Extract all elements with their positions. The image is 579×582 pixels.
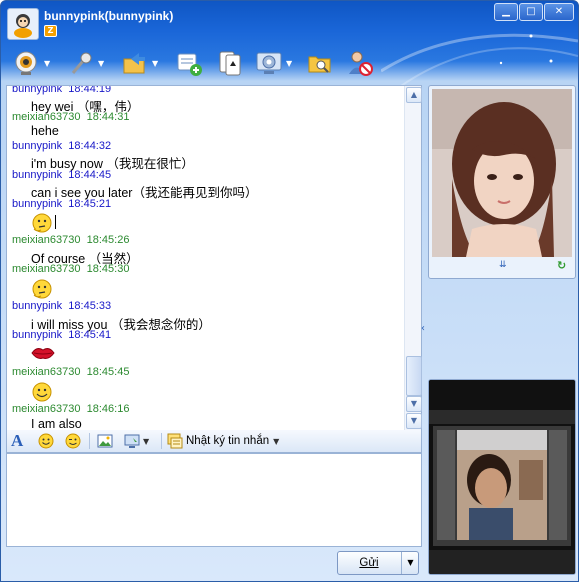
add-contact-icon xyxy=(177,53,202,76)
maximize-button[interactable]: □ xyxy=(519,3,543,21)
send-options-dropdown[interactable]: ▼ xyxy=(401,552,419,574)
message-header: meixian63730 18:45:26 xyxy=(12,234,130,246)
send-file-icon xyxy=(123,53,145,74)
contact-photo-image xyxy=(432,89,572,257)
custom-emoticon-button[interactable] xyxy=(65,433,81,449)
format-toolbar: A ▼ Nhật ký tin nhắn ▼ xyxy=(6,430,422,453)
block-user-icon xyxy=(349,51,373,76)
webcam-icon xyxy=(15,51,37,75)
chevron-down-icon[interactable]: ▼ xyxy=(273,437,279,446)
kiss-lips-emoticon-icon xyxy=(31,348,55,359)
block-user-button[interactable] xyxy=(346,47,374,79)
wink-icon xyxy=(65,433,81,449)
screen-capture-icon xyxy=(124,434,140,448)
scroll-bottom-button[interactable]: ▼ xyxy=(406,413,422,429)
message-header: meixian63730 18:44:31 xyxy=(12,111,130,123)
webcam-button[interactable]: ▼ xyxy=(13,47,50,79)
open-folder-icon xyxy=(308,56,331,73)
message-header: bunnypink 18:45:21 xyxy=(12,198,112,210)
smile-icon xyxy=(38,433,54,449)
chat-scrollbar[interactable]: ▲ ▼ ▼ xyxy=(404,86,422,430)
close-button[interactable]: ✕ xyxy=(544,3,574,21)
microphone-icon xyxy=(71,52,92,74)
divider xyxy=(89,433,90,449)
chevron-down-icon[interactable]: ▼ xyxy=(44,59,50,68)
window-title: bunnypink(bunnypink) xyxy=(44,9,174,23)
games-button[interactable] xyxy=(216,47,244,79)
settings-icon xyxy=(256,52,282,74)
text-cursor xyxy=(55,215,56,229)
status-badge: Z xyxy=(44,25,57,37)
chat-window: bunnypink(bunnypink) Z ▁ □ ✕ ▼ ▼ ▼ ▼ bun… xyxy=(0,0,579,582)
chevron-down-icon[interactable]: ▼ xyxy=(143,437,149,446)
refresh-icon[interactable]: ↻ xyxy=(557,259,566,272)
my-webcam-preview[interactable] xyxy=(428,379,576,575)
message-header: bunnypink 18:44:32 xyxy=(12,140,112,152)
message-header: bunnypink 18:44:45 xyxy=(12,169,112,181)
emoticon-button[interactable] xyxy=(38,433,54,449)
message-list: bunnypink 18:44:19 hey wei （嘿，伟） meixian… xyxy=(7,86,403,430)
message-header: bunnypink 18:44:19 xyxy=(12,86,112,95)
contact-video-panel: ⇊ ↻ xyxy=(428,85,576,279)
toolbar: ▼ ▼ ▼ ▼ xyxy=(1,47,421,83)
font-icon: A xyxy=(11,431,24,450)
chevron-down-icon[interactable]: ▼ xyxy=(152,59,158,68)
chat-history[interactable]: bunnypink 18:44:19 hey wei （嘿，伟） meixian… xyxy=(6,85,422,431)
font-button[interactable]: A xyxy=(11,431,24,450)
thinking-emoticon-icon xyxy=(32,279,52,299)
message-text: I am also xyxy=(31,417,82,430)
message-input[interactable] xyxy=(6,453,422,547)
smile-emoticon-icon xyxy=(32,382,52,402)
scroll-down-button[interactable]: ▼ xyxy=(406,396,422,412)
message-header: bunnypink 18:45:33 xyxy=(12,300,112,312)
send-file-button[interactable]: ▼ xyxy=(121,47,158,79)
image-icon xyxy=(97,434,113,448)
scroll-thumb[interactable] xyxy=(406,356,422,396)
message-header: meixian63730 18:46:16 xyxy=(12,403,130,415)
divider xyxy=(161,433,162,449)
message-text: hehe xyxy=(31,124,59,138)
message-header: meixian63730 18:45:45 xyxy=(12,366,130,378)
fit-icon[interactable]: ⇊ xyxy=(499,260,507,270)
contact-avatar[interactable] xyxy=(7,8,39,40)
screenshot-button[interactable]: ▼ xyxy=(124,433,149,449)
send-button[interactable]: Gửi xyxy=(338,552,400,574)
insert-image-button[interactable] xyxy=(97,433,113,449)
open-folder-button[interactable] xyxy=(306,47,334,79)
message-log-button[interactable]: Nhật ký tin nhắn ▼ xyxy=(167,433,279,449)
message-header: meixian63730 18:45:30 xyxy=(12,263,130,275)
contact-display-picture[interactable] xyxy=(432,89,572,257)
send-button-label: Gửi xyxy=(359,557,379,569)
chevron-down-icon[interactable]: ▼ xyxy=(286,59,292,68)
chevron-down-icon[interactable]: ▼ xyxy=(98,59,104,68)
add-contact-button[interactable] xyxy=(175,47,203,79)
webcam-frame-image xyxy=(429,380,575,574)
minimize-button[interactable]: ▁ xyxy=(494,3,518,21)
thinking-emoticon-icon xyxy=(32,213,52,233)
send-button-group: Gửi ▼ xyxy=(337,551,419,575)
microphone-button[interactable]: ▼ xyxy=(67,47,104,79)
games-icon xyxy=(219,51,241,76)
title-bar[interactable]: bunnypink(bunnypink) Z ▁ □ ✕ xyxy=(1,1,578,41)
message-log-icon xyxy=(167,433,183,449)
message-header: bunnypink 18:45:41 xyxy=(12,329,112,341)
scroll-up-button[interactable]: ▲ xyxy=(406,87,422,103)
collapse-panel-icon[interactable]: ‹ xyxy=(421,323,425,334)
settings-button[interactable]: ▼ xyxy=(255,47,292,79)
message-log-label: Nhật ký tin nhắn xyxy=(186,435,270,447)
window-controls: ▁ □ ✕ xyxy=(494,3,574,21)
